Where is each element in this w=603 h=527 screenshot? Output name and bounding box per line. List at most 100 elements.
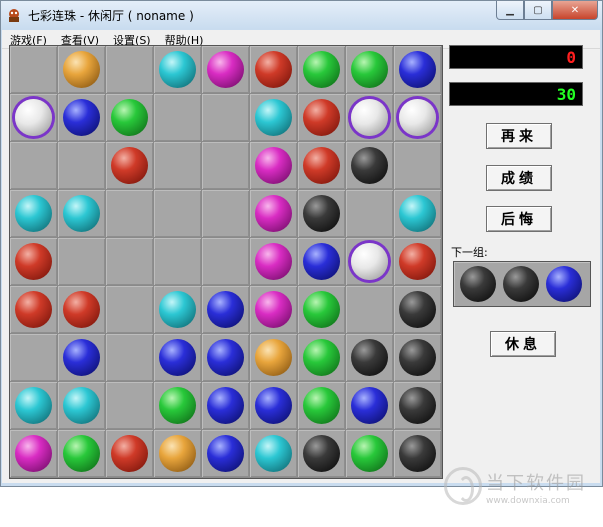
- board-cell[interactable]: [394, 46, 441, 93]
- blue-ball[interactable]: [63, 339, 100, 376]
- green-ball[interactable]: [303, 339, 340, 376]
- rest-button[interactable]: 休息: [490, 331, 556, 357]
- cyan-ball[interactable]: [15, 387, 52, 424]
- undo-button[interactable]: 后悔: [486, 206, 552, 232]
- board-cell[interactable]: [106, 46, 153, 93]
- cyan-ball[interactable]: [15, 195, 52, 232]
- board-cell[interactable]: [250, 94, 297, 141]
- board-cell[interactable]: [10, 142, 57, 189]
- board-cell[interactable]: [154, 430, 201, 477]
- board-cell[interactable]: [346, 382, 393, 429]
- board-cell[interactable]: [250, 286, 297, 333]
- board-cell[interactable]: [394, 430, 441, 477]
- board-cell[interactable]: [250, 142, 297, 189]
- green-ball[interactable]: [111, 99, 148, 136]
- cyan-ball[interactable]: [159, 291, 196, 328]
- board-cell[interactable]: [58, 46, 105, 93]
- minimize-button[interactable]: ▁: [496, 1, 524, 20]
- board-cell[interactable]: [154, 238, 201, 285]
- board-cell[interactable]: [10, 430, 57, 477]
- magenta-ball[interactable]: [255, 195, 292, 232]
- board-cell[interactable]: [202, 286, 249, 333]
- board-cell[interactable]: [202, 430, 249, 477]
- restart-button[interactable]: 再来: [486, 123, 552, 149]
- green-ball[interactable]: [351, 51, 388, 88]
- white-ball[interactable]: [399, 99, 436, 136]
- board-cell[interactable]: [202, 334, 249, 381]
- board-cell[interactable]: [298, 46, 345, 93]
- blue-ball[interactable]: [207, 387, 244, 424]
- board-cell[interactable]: [154, 94, 201, 141]
- black-ball[interactable]: [399, 291, 436, 328]
- board-cell[interactable]: [250, 46, 297, 93]
- board-cell[interactable]: [58, 286, 105, 333]
- board-cell[interactable]: [10, 190, 57, 237]
- blue-ball[interactable]: [159, 339, 196, 376]
- board-cell[interactable]: [106, 334, 153, 381]
- board-cell[interactable]: [106, 190, 153, 237]
- red-ball[interactable]: [15, 291, 52, 328]
- board-cell[interactable]: [298, 286, 345, 333]
- board-cell[interactable]: [394, 142, 441, 189]
- blue-ball[interactable]: [303, 243, 340, 280]
- board-cell[interactable]: [106, 382, 153, 429]
- board-cell[interactable]: [346, 94, 393, 141]
- board-cell[interactable]: [346, 238, 393, 285]
- cyan-ball[interactable]: [255, 435, 292, 472]
- blue-ball[interactable]: [255, 387, 292, 424]
- board-cell[interactable]: [346, 286, 393, 333]
- magenta-ball[interactable]: [15, 435, 52, 472]
- black-ball[interactable]: [303, 195, 340, 232]
- red-ball[interactable]: [255, 51, 292, 88]
- red-ball[interactable]: [111, 147, 148, 184]
- board-cell[interactable]: [250, 238, 297, 285]
- board-cell[interactable]: [250, 190, 297, 237]
- board-cell[interactable]: [154, 286, 201, 333]
- green-ball[interactable]: [159, 387, 196, 424]
- board-cell[interactable]: [58, 94, 105, 141]
- board-cell[interactable]: [10, 238, 57, 285]
- white-ball[interactable]: [351, 243, 388, 280]
- magenta-ball[interactable]: [255, 147, 292, 184]
- board-cell[interactable]: [154, 382, 201, 429]
- board-cell[interactable]: [298, 190, 345, 237]
- board-cell[interactable]: [394, 286, 441, 333]
- black-ball[interactable]: [399, 435, 436, 472]
- red-ball[interactable]: [63, 291, 100, 328]
- black-ball[interactable]: [303, 435, 340, 472]
- magenta-ball[interactable]: [255, 243, 292, 280]
- board-cell[interactable]: [298, 334, 345, 381]
- board-cell[interactable]: [10, 286, 57, 333]
- blue-ball[interactable]: [207, 339, 244, 376]
- board-cell[interactable]: [154, 46, 201, 93]
- board-cell[interactable]: [394, 382, 441, 429]
- cyan-ball[interactable]: [255, 99, 292, 136]
- board-cell[interactable]: [106, 94, 153, 141]
- scores-button[interactable]: 成绩: [486, 165, 552, 191]
- orange-ball[interactable]: [63, 51, 100, 88]
- board-cell[interactable]: [10, 46, 57, 93]
- board-cell[interactable]: [106, 142, 153, 189]
- board-cell[interactable]: [154, 142, 201, 189]
- orange-ball[interactable]: [159, 435, 196, 472]
- blue-ball[interactable]: [207, 291, 244, 328]
- board-cell[interactable]: [298, 382, 345, 429]
- board-cell[interactable]: [106, 430, 153, 477]
- board-cell[interactable]: [394, 238, 441, 285]
- board-cell[interactable]: [58, 238, 105, 285]
- blue-ball[interactable]: [351, 387, 388, 424]
- red-ball[interactable]: [303, 99, 340, 136]
- board-cell[interactable]: [202, 382, 249, 429]
- board-cell[interactable]: [202, 238, 249, 285]
- red-ball[interactable]: [399, 243, 436, 280]
- board-cell[interactable]: [250, 430, 297, 477]
- board-cell[interactable]: [202, 142, 249, 189]
- board-cell[interactable]: [10, 334, 57, 381]
- board-cell[interactable]: [58, 382, 105, 429]
- board-cell[interactable]: [394, 190, 441, 237]
- blue-ball[interactable]: [63, 99, 100, 136]
- board-cell[interactable]: [10, 382, 57, 429]
- board-cell[interactable]: [202, 94, 249, 141]
- cyan-ball[interactable]: [399, 195, 436, 232]
- red-ball[interactable]: [111, 435, 148, 472]
